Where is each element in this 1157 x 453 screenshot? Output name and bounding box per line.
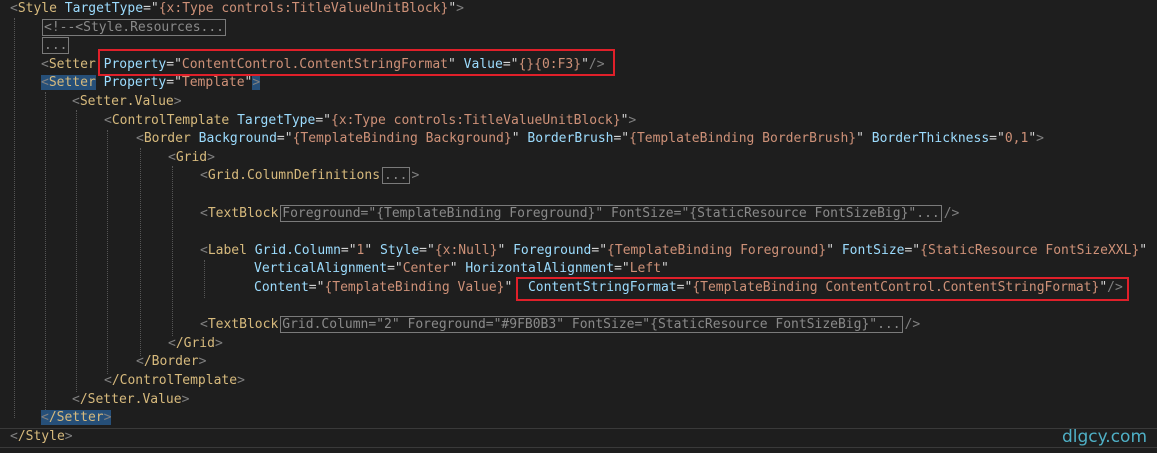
highlight-box <box>516 277 1129 301</box>
code-line[interactable]: <Setter.Value> <box>72 93 182 112</box>
attribute-value: {StaticResource FontSizeXXL} <box>920 242 1140 258</box>
attribute-name: FontSize <box>841 242 905 258</box>
element-name: TextBlock <box>207 317 279 333</box>
code-line[interactable]: <TextBlock Foreground="{TemplateBinding F… <box>200 204 959 224</box>
code-editor[interactable]: <Style TargetType="{x:Type controls:Titl… <box>0 0 1157 453</box>
element-name: Setter <box>48 56 96 72</box>
attribute-value: {TemplateBinding Background} <box>292 131 512 147</box>
attribute-name: BorderBrush <box>527 131 614 147</box>
attribute-name: TargetType <box>64 1 144 16</box>
indent-guide <box>140 148 141 356</box>
element-name: Style <box>17 1 57 16</box>
attribute-name: Foreground <box>513 242 592 258</box>
indent-guide <box>204 260 205 298</box>
code-line[interactable]: </Border> <box>136 353 206 372</box>
element-name: /Border <box>143 354 199 370</box>
attribute-name: TargetType <box>237 112 316 128</box>
code-line[interactable]: </Setter> <box>41 409 112 428</box>
code-line[interactable]: <Grid> <box>168 149 215 168</box>
highlight-box <box>98 49 615 76</box>
element-name: Grid.ColumnDefinitions <box>207 168 381 184</box>
collapsed-region[interactable]: <!--<Style.Resources... <box>42 18 227 36</box>
indent-guide <box>45 92 46 410</box>
attribute-name: Content <box>254 280 309 295</box>
attribute-value: {x:Type controls:TitleValueUnitBlock} <box>331 112 621 128</box>
attribute-value: Left <box>629 261 662 277</box>
code-line[interactable]: </Style> <box>10 428 73 447</box>
indent-guide <box>172 166 173 336</box>
code-line[interactable]: </Grid> <box>168 335 223 354</box>
element-name: Setter <box>48 75 96 91</box>
element-name: /Setter.Value <box>79 391 182 407</box>
indent-guide <box>107 130 108 374</box>
attribute-name: Style <box>380 242 420 258</box>
code-line[interactable]: <Border Background="{TemplateBinding Bac… <box>136 130 1044 149</box>
attribute-name: Grid.Column <box>254 242 341 258</box>
element-name: /Grid <box>175 335 215 351</box>
attribute-value: {TemplateBinding Foreground} <box>607 242 827 258</box>
collapsed-region[interactable]: Grid.Column="2" Foreground="#9FB0B3" Fon… <box>280 316 903 334</box>
code-line[interactable]: <Style TargetType="{x:Type controls:Titl… <box>10 0 464 19</box>
element-name: Label <box>207 242 247 258</box>
attribute-value: {x:Null} <box>434 242 498 258</box>
element-name: Border <box>143 131 191 147</box>
attribute-value: Center <box>402 261 450 277</box>
collapsed-region[interactable]: ... <box>382 167 410 185</box>
attribute-name: HorizontalAlignment <box>465 261 615 277</box>
element-name: Grid <box>175 149 208 165</box>
code-line[interactable]: </ControlTemplate> <box>104 372 245 391</box>
code-line[interactable]: <ControlTemplate TargetType="{x:Type con… <box>104 112 636 131</box>
indent-guide <box>76 110 77 392</box>
attribute-value: {TemplateBinding Value} <box>324 280 505 295</box>
watermark: dlgcy.com <box>1062 427 1147 447</box>
code-line[interactable]: <Setter Property="Template"> <box>41 74 261 93</box>
attribute-name: Property <box>103 75 167 91</box>
element-name: TextBlock <box>207 205 279 221</box>
indent-guide <box>14 18 15 418</box>
code-line[interactable]: <TextBlock Grid.Column="2" Foreground="#9… <box>200 316 920 335</box>
element-name: ControlTemplate <box>111 112 230 128</box>
collapsed-region[interactable]: ... <box>42 37 70 55</box>
attribute-name: BorderThickness <box>871 131 990 147</box>
code-line[interactable]: <Label Grid.Column="1" Style="{x:Null}" … <box>200 242 1147 261</box>
collapsed-region[interactable]: Foreground="{TemplateBinding Foreground}… <box>280 204 942 222</box>
attribute-value: {TemplateBinding BorderBrush} <box>629 131 857 147</box>
attribute-name: Background <box>198 131 277 147</box>
attribute-value: Template <box>181 75 245 91</box>
element-name: /ControlTemplate <box>111 373 238 388</box>
attribute-value: 0,1 <box>1004 131 1029 147</box>
code-line[interactable]: <Grid.ColumnDefinitions... > <box>200 167 419 186</box>
attribute-name: VerticalAlignment <box>254 261 388 277</box>
element-name: Setter.Value <box>79 94 174 109</box>
code-line[interactable]: </Setter.Value> <box>72 391 189 410</box>
element-name: /Setter <box>48 410 104 426</box>
current-line-highlight <box>0 428 1157 448</box>
element-name: /Style <box>17 429 65 444</box>
attribute-value: {x:Type controls:TitleValueUnitBlock} <box>158 1 449 16</box>
code-line[interactable]: ... <box>40 37 71 56</box>
code-line[interactable]: <!--<Style.Resources... <box>40 18 228 38</box>
